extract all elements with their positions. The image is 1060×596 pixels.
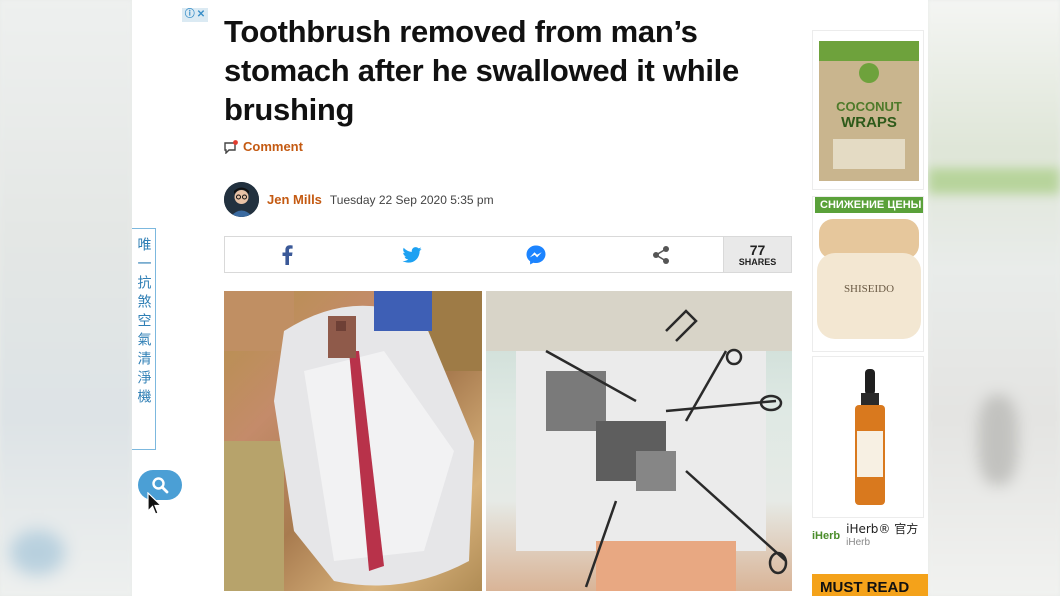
article-image[interactable] <box>224 291 792 591</box>
surgery-photo <box>486 291 792 591</box>
left-ad-text: 唯一抗煞空氣清淨機 <box>135 237 152 408</box>
author-name[interactable]: Jen Mills <box>267 192 322 207</box>
share-count-label: SHARES <box>738 256 777 267</box>
article-headline: Toothbrush removed from man’s stomach af… <box>224 14 739 127</box>
ad2-brand: SHISEIDO <box>844 283 894 295</box>
must-read-header: MUST READ <box>812 574 928 596</box>
mouse-cursor-icon <box>147 492 163 515</box>
coconut-wraps-ad[interactable]: COCONUT WRAPS <box>812 30 924 190</box>
shiseido-ad[interactable]: SHISEIDO СНИЖЕНИЕ ЦЕНЫ <box>812 196 924 352</box>
toothbrush-photo <box>224 291 482 591</box>
ad1-line1: COCONUT <box>836 99 902 114</box>
twitter-share-button[interactable] <box>350 237 475 272</box>
left-vertical-ad[interactable]: 唯一抗煞空氣清淨機 <box>132 228 156 450</box>
more-share-button[interactable] <box>599 237 724 272</box>
iherb-source: iHerb <box>846 537 871 548</box>
publish-date: Tuesday 22 Sep 2020 5:35 pm <box>329 192 494 207</box>
must-read-label: MUST READ <box>820 579 910 596</box>
iherb-logo: iHerb <box>812 530 841 542</box>
author-avatar[interactable] <box>224 182 259 217</box>
price-drop-tag: СНИЖЕНИЕ ЦЕНЫ <box>815 197 923 213</box>
messenger-icon <box>526 245 546 264</box>
facebook-icon <box>282 244 293 265</box>
iherb-title: iHerb® 官方 <box>846 522 919 536</box>
share-bar: 77 SHARES <box>224 236 792 273</box>
comment-label: Comment <box>243 139 303 154</box>
blurred-background-right <box>928 0 1060 596</box>
iherb-sponsored[interactable]: iHerb iHerb® 官方 iHerb <box>812 520 926 554</box>
facebook-share-button[interactable] <box>225 237 350 272</box>
article-page: ⓘ ✕ 唯一抗煞空氣清淨機 Toothbrush removed from ma… <box>132 0 928 596</box>
messenger-share-button[interactable] <box>474 237 599 272</box>
ad-choices[interactable]: ⓘ ✕ <box>182 8 208 22</box>
serum-ad[interactable] <box>812 356 924 518</box>
close-icon[interactable]: ✕ <box>197 10 205 20</box>
twitter-icon <box>402 246 422 263</box>
share-count: 77 SHARES <box>723 237 791 272</box>
info-icon[interactable]: ⓘ <box>185 10 195 20</box>
comment-link[interactable]: Comment <box>224 139 303 154</box>
blurred-background-left <box>0 0 132 596</box>
share-count-number: 77 <box>749 241 766 258</box>
ad1-line2: WRAPS <box>841 114 897 131</box>
byline: Jen Mills Tuesday 22 Sep 2020 5:35 pm <box>224 182 494 217</box>
comment-icon <box>224 139 238 154</box>
share-icon <box>652 245 669 264</box>
